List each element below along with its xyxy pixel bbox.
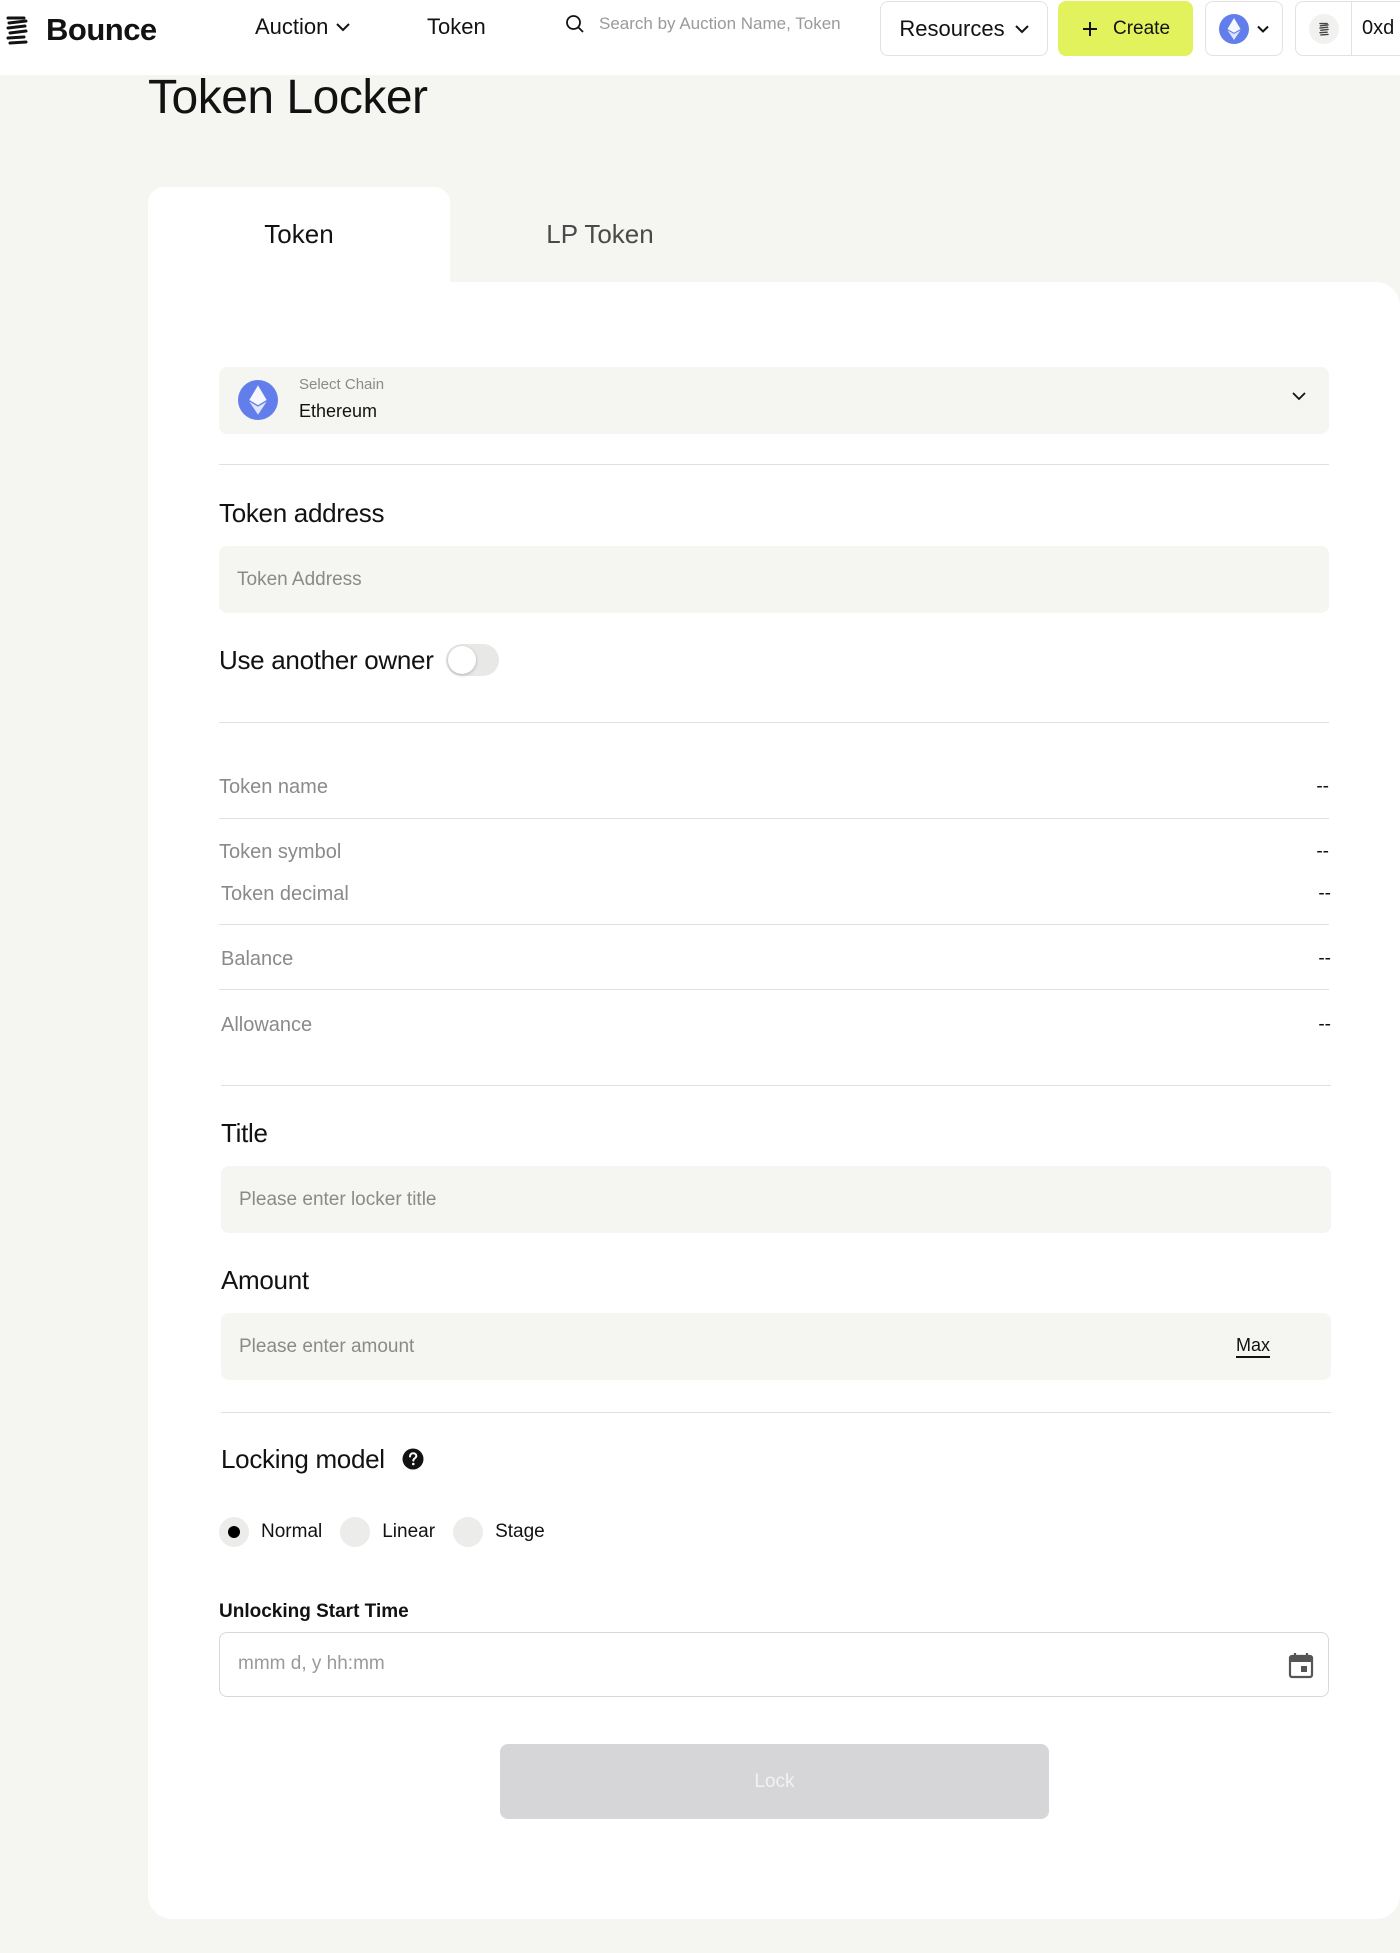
divider [219,464,1329,465]
divider [219,924,1329,925]
brand-name: Bounce [46,12,157,47]
info-value: -- [1318,948,1331,969]
another-owner-toggle[interactable] [446,644,499,676]
info-value: -- [1318,1014,1331,1035]
ethereum-icon [238,380,278,420]
brand-logo[interactable]: Bounce [6,12,157,48]
calendar-icon[interactable] [1288,1651,1314,1679]
create-button[interactable]: Create [1058,1,1193,56]
info-value: -- [1318,883,1331,904]
token-address-field[interactable] [219,546,1329,613]
resources-label: Resources [899,15,1005,41]
chain-switch-button[interactable] [1205,1,1283,56]
info-row-token-decimal: Token decimal -- [221,883,1331,906]
chevron-down-icon [1257,25,1269,33]
radio-label: Linear [382,1521,436,1542]
nav-token-link[interactable]: Token [427,14,486,40]
amount-input[interactable] [221,1313,1331,1380]
select-chain-label: Select Chain [299,376,385,393]
nav-auction-menu[interactable]: Auction [255,14,351,40]
page-title: Token Locker [148,71,428,124]
radio-linear[interactable]: Linear [340,1517,435,1547]
info-row-token-name: Token name -- [219,776,1329,799]
max-button[interactable]: Max [1235,1335,1270,1358]
select-chain-value: Ethereum [299,401,378,421]
info-label: Token name [219,776,328,798]
divider [219,722,1329,723]
info-value: -- [1316,841,1329,862]
radio-indicator [340,1517,371,1547]
date-placeholder: mmm d, y hh:mm [238,1653,385,1674]
ethereum-icon [1219,13,1249,44]
radio-indicator [219,1517,249,1547]
bounce-logo-icon [1318,22,1329,36]
toggle-knob [448,646,476,674]
radio-label: Stage [495,1521,545,1542]
nav-auction-label: Auction [255,14,329,39]
info-label: Balance [221,948,294,970]
info-value: -- [1316,776,1329,797]
chevron-down-icon [1014,24,1029,33]
wallet-account-button[interactable]: 0xd [1295,1,1400,56]
wallet-address: 0xd [1362,17,1395,39]
help-icon[interactable] [402,1448,424,1470]
token-address-input[interactable] [219,546,1329,613]
radio-label: Normal [261,1521,323,1542]
info-label: Token decimal [221,883,349,905]
locking-model-radio-group: Normal Linear Stage [219,1517,563,1547]
info-row-allowance: Allowance -- [221,1014,1331,1037]
tab-token[interactable]: Token [148,187,450,282]
unlocking-start-time-label: Unlocking Start Time [219,1601,409,1622]
radio-normal[interactable]: Normal [219,1517,322,1547]
amount-field[interactable]: Max [221,1313,1331,1380]
chevron-down-icon [336,23,351,32]
search-placeholder: Search by Auction Name, Token [599,14,841,33]
lock-button[interactable]: Lock [500,1744,1049,1819]
another-owner-label: Use another owner [219,645,434,675]
wallet-avatar [1296,2,1352,55]
divider [221,1412,1331,1413]
radio-stage[interactable]: Stage [453,1517,545,1547]
search-icon [566,15,584,33]
info-label: Allowance [221,1014,313,1036]
chevron-down-icon [1292,392,1306,401]
radio-indicator [453,1517,484,1547]
tab-lp-token[interactable]: LP Token [450,187,750,282]
plus-icon [1082,21,1097,36]
search-bar[interactable]: Search by Auction Name, Token [565,14,869,34]
token-address-label: Token address [219,498,385,528]
divider [221,1085,1331,1086]
info-label: Token symbol [219,841,342,863]
create-label: Create [1112,17,1171,39]
top-navbar: Bounce Auction Token Search by Auction N… [0,0,1400,75]
resources-dropdown-button[interactable]: Resources [880,1,1048,56]
info-row-balance: Balance -- [221,948,1331,971]
title-field[interactable] [221,1166,1331,1233]
info-row-token-symbol: Token symbol -- [219,841,1329,864]
divider [219,989,1329,990]
unlocking-start-time-field[interactable]: mmm d, y hh:mm [219,1632,1329,1697]
token-locker-form: Select Chain Ethereum Token address Use … [148,282,1400,1919]
divider [219,818,1329,819]
title-label: Title [221,1118,268,1148]
amount-label: Amount [221,1265,309,1295]
title-input[interactable] [221,1166,1331,1233]
bounce-logo-icon [6,16,28,45]
select-chain-dropdown[interactable]: Select Chain Ethereum [219,367,1329,434]
locking-model-label: Locking model [221,1444,385,1474]
